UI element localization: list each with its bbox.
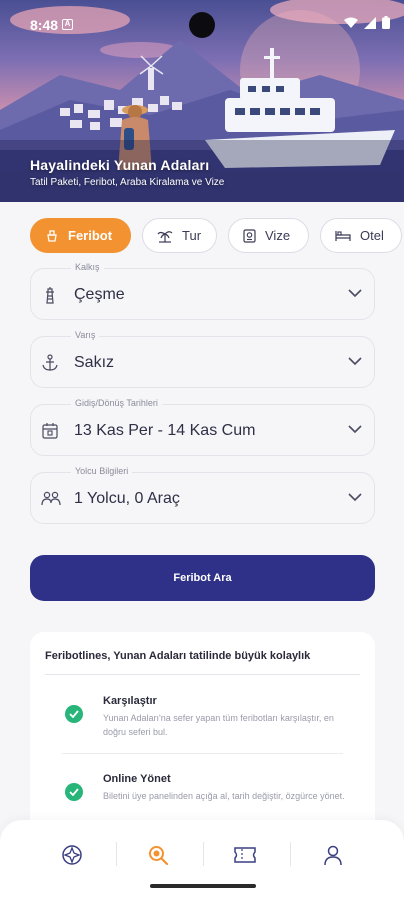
home-indicator[interactable]	[150, 884, 256, 888]
calendar-icon	[42, 423, 58, 439]
info-card: Feribotlines, Yunan Adaları tatilinde bü…	[30, 632, 375, 832]
field-label: Yolcu Bilgileri	[71, 466, 133, 476]
profile-icon	[324, 845, 342, 866]
feature-description: Yunan Adaları'na sefer yapan tüm feribot…	[103, 713, 334, 737]
bed-icon	[335, 231, 351, 241]
departure-value: Çeşme	[74, 286, 125, 303]
ticket-icon	[234, 847, 256, 863]
ferry-icon	[47, 229, 57, 242]
battery-icon	[382, 16, 390, 29]
status-bar: 8:48 A	[0, 0, 404, 48]
lighthouse-icon	[46, 287, 54, 304]
feature-title: Karşılaştır	[103, 695, 157, 707]
nav-tickets[interactable]	[232, 842, 258, 868]
camera-cutout	[189, 12, 215, 38]
feature-title: Online Yönet	[103, 773, 171, 785]
nav-divider	[290, 842, 291, 866]
divider	[62, 753, 343, 754]
chevron-down-icon	[348, 493, 362, 502]
explore-icon	[62, 845, 82, 865]
hero-subtitle: Tatil Paketi, Feribot, Araba Kiralama ve…	[30, 177, 225, 188]
tab-label: Vize	[265, 228, 291, 243]
field-label: Gidiş/Dönüş Tarihleri	[71, 398, 162, 408]
tab-label: Otel	[360, 228, 384, 243]
dates-value: 13 Kas Per - 14 Kas Cum	[74, 422, 256, 439]
chevron-down-icon	[348, 357, 362, 366]
nav-profile[interactable]	[320, 842, 346, 868]
arrival-field[interactable]: Varış Sakız	[30, 330, 375, 388]
tab-feribot[interactable]: Feribot	[30, 218, 131, 253]
nav-divider	[116, 842, 117, 866]
divider	[45, 674, 360, 675]
tab-label: Feribot	[68, 228, 113, 243]
info-card-title: Feribotlines, Yunan Adaları tatilinde bü…	[45, 650, 311, 662]
departure-field[interactable]: Kalkış Çeşme	[30, 262, 375, 320]
wifi-icon	[344, 17, 358, 28]
check-icon	[65, 783, 83, 801]
search-ferry-button[interactable]: Feribot Ara	[30, 555, 375, 601]
palm-tree-icon	[157, 230, 173, 243]
hero-banner: 8:48 A Hayalindeki Yunan Adaları Tatil P…	[0, 0, 404, 202]
status-time: 8:48	[30, 17, 59, 33]
service-tabs: Feribot Tur Vize Otel	[30, 218, 402, 253]
passengers-icon	[41, 491, 61, 506]
field-label: Kalkış	[71, 262, 104, 272]
signal-icon	[364, 16, 376, 29]
bottom-navigation	[0, 820, 404, 900]
tab-vize[interactable]: Vize	[228, 218, 309, 253]
status-icons	[344, 16, 390, 29]
feature-description: Biletini üye panelinden açığa al, tarih …	[103, 791, 345, 801]
nav-search[interactable]	[145, 842, 171, 868]
hero-title: Hayalindeki Yunan Adaları	[30, 157, 210, 173]
passport-icon	[243, 228, 256, 243]
field-label: Varış	[71, 330, 100, 340]
tab-tur[interactable]: Tur	[142, 218, 217, 253]
arrival-value: Sakız	[74, 354, 115, 371]
tab-otel[interactable]: Otel	[320, 218, 402, 253]
tab-label: Tur	[182, 228, 202, 243]
check-icon	[65, 705, 83, 723]
nav-divider	[203, 842, 204, 866]
passengers-field[interactable]: Yolcu Bilgileri 1 Yolcu, 0 Araç	[30, 466, 375, 524]
chevron-down-icon	[348, 425, 362, 434]
chevron-down-icon	[348, 289, 362, 298]
search-icon	[149, 846, 169, 866]
notification-a-icon: A	[62, 19, 73, 30]
nav-explore[interactable]	[59, 842, 85, 868]
dates-field[interactable]: Gidiş/Dönüş Tarihleri 13 Kas Per - 14 Ka…	[30, 398, 375, 456]
passengers-value: 1 Yolcu, 0 Araç	[74, 490, 180, 507]
anchor-icon	[42, 354, 58, 371]
